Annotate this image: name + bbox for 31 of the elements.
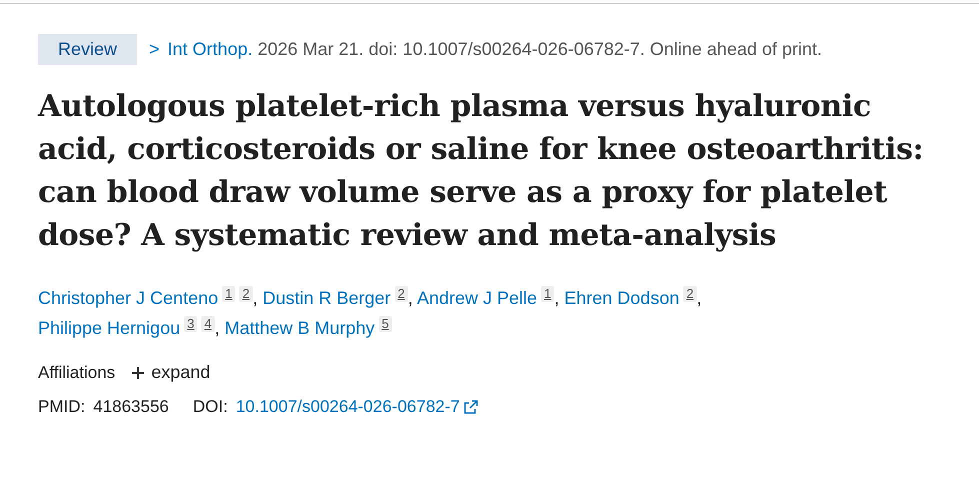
author-link[interactable]: Christopher J Centeno	[38, 288, 218, 308]
affiliation-number[interactable]: 2	[239, 286, 253, 302]
citation-text: 2026 Mar 21. doi: 10.1007/s00264-026-06782-7. Online ahead of print.	[258, 38, 822, 61]
author-link[interactable]: Ehren Dodson	[564, 288, 680, 308]
comma: ,	[408, 288, 413, 308]
chevron-icon: >	[149, 36, 160, 63]
article-title: Autologous platelet-rich plasma versus hyaluronic acid, corticosteroids or saline for knee osteoarthritis: can blood draw volume serve as a proxy for platelet dose? A systematic review and meta-analysis	[38, 88, 924, 255]
affiliation-number[interactable]: 2	[394, 286, 408, 302]
affiliation-number[interactable]: 3	[184, 316, 198, 332]
expand-toggle[interactable]: expand	[131, 359, 210, 386]
doi-link[interactable]: 10.1007/s00264-026-06782-7	[236, 394, 478, 420]
affiliation-number[interactable]: 2	[683, 286, 697, 302]
pmid-label: PMID:	[38, 396, 86, 418]
comma: ,	[214, 318, 220, 338]
affiliation-number[interactable]: 5	[378, 316, 392, 332]
external-link-icon	[464, 400, 478, 414]
pmid-value: 41863556	[93, 396, 169, 418]
comma: ,	[696, 288, 702, 308]
comma: ,	[252, 288, 258, 308]
author-link[interactable]: Matthew B Murphy	[224, 318, 375, 338]
journal-link[interactable]: Int Orthop.	[168, 36, 253, 63]
publication-type-label: Review	[38, 34, 138, 65]
affiliation-number[interactable]: 1	[541, 286, 554, 302]
author-link[interactable]: Andrew J Pelle	[416, 288, 537, 308]
doi-label: DOI:	[192, 396, 228, 418]
author-link[interactable]: Philippe Hernigou	[38, 318, 180, 338]
affiliation-number[interactable]: 4	[201, 316, 215, 332]
author-link[interactable]: Dustin R Berger	[262, 288, 391, 308]
comma: ,	[554, 288, 560, 308]
affiliation-number[interactable]: 1	[222, 286, 236, 302]
affiliations-label: Affiliations	[38, 362, 116, 384]
